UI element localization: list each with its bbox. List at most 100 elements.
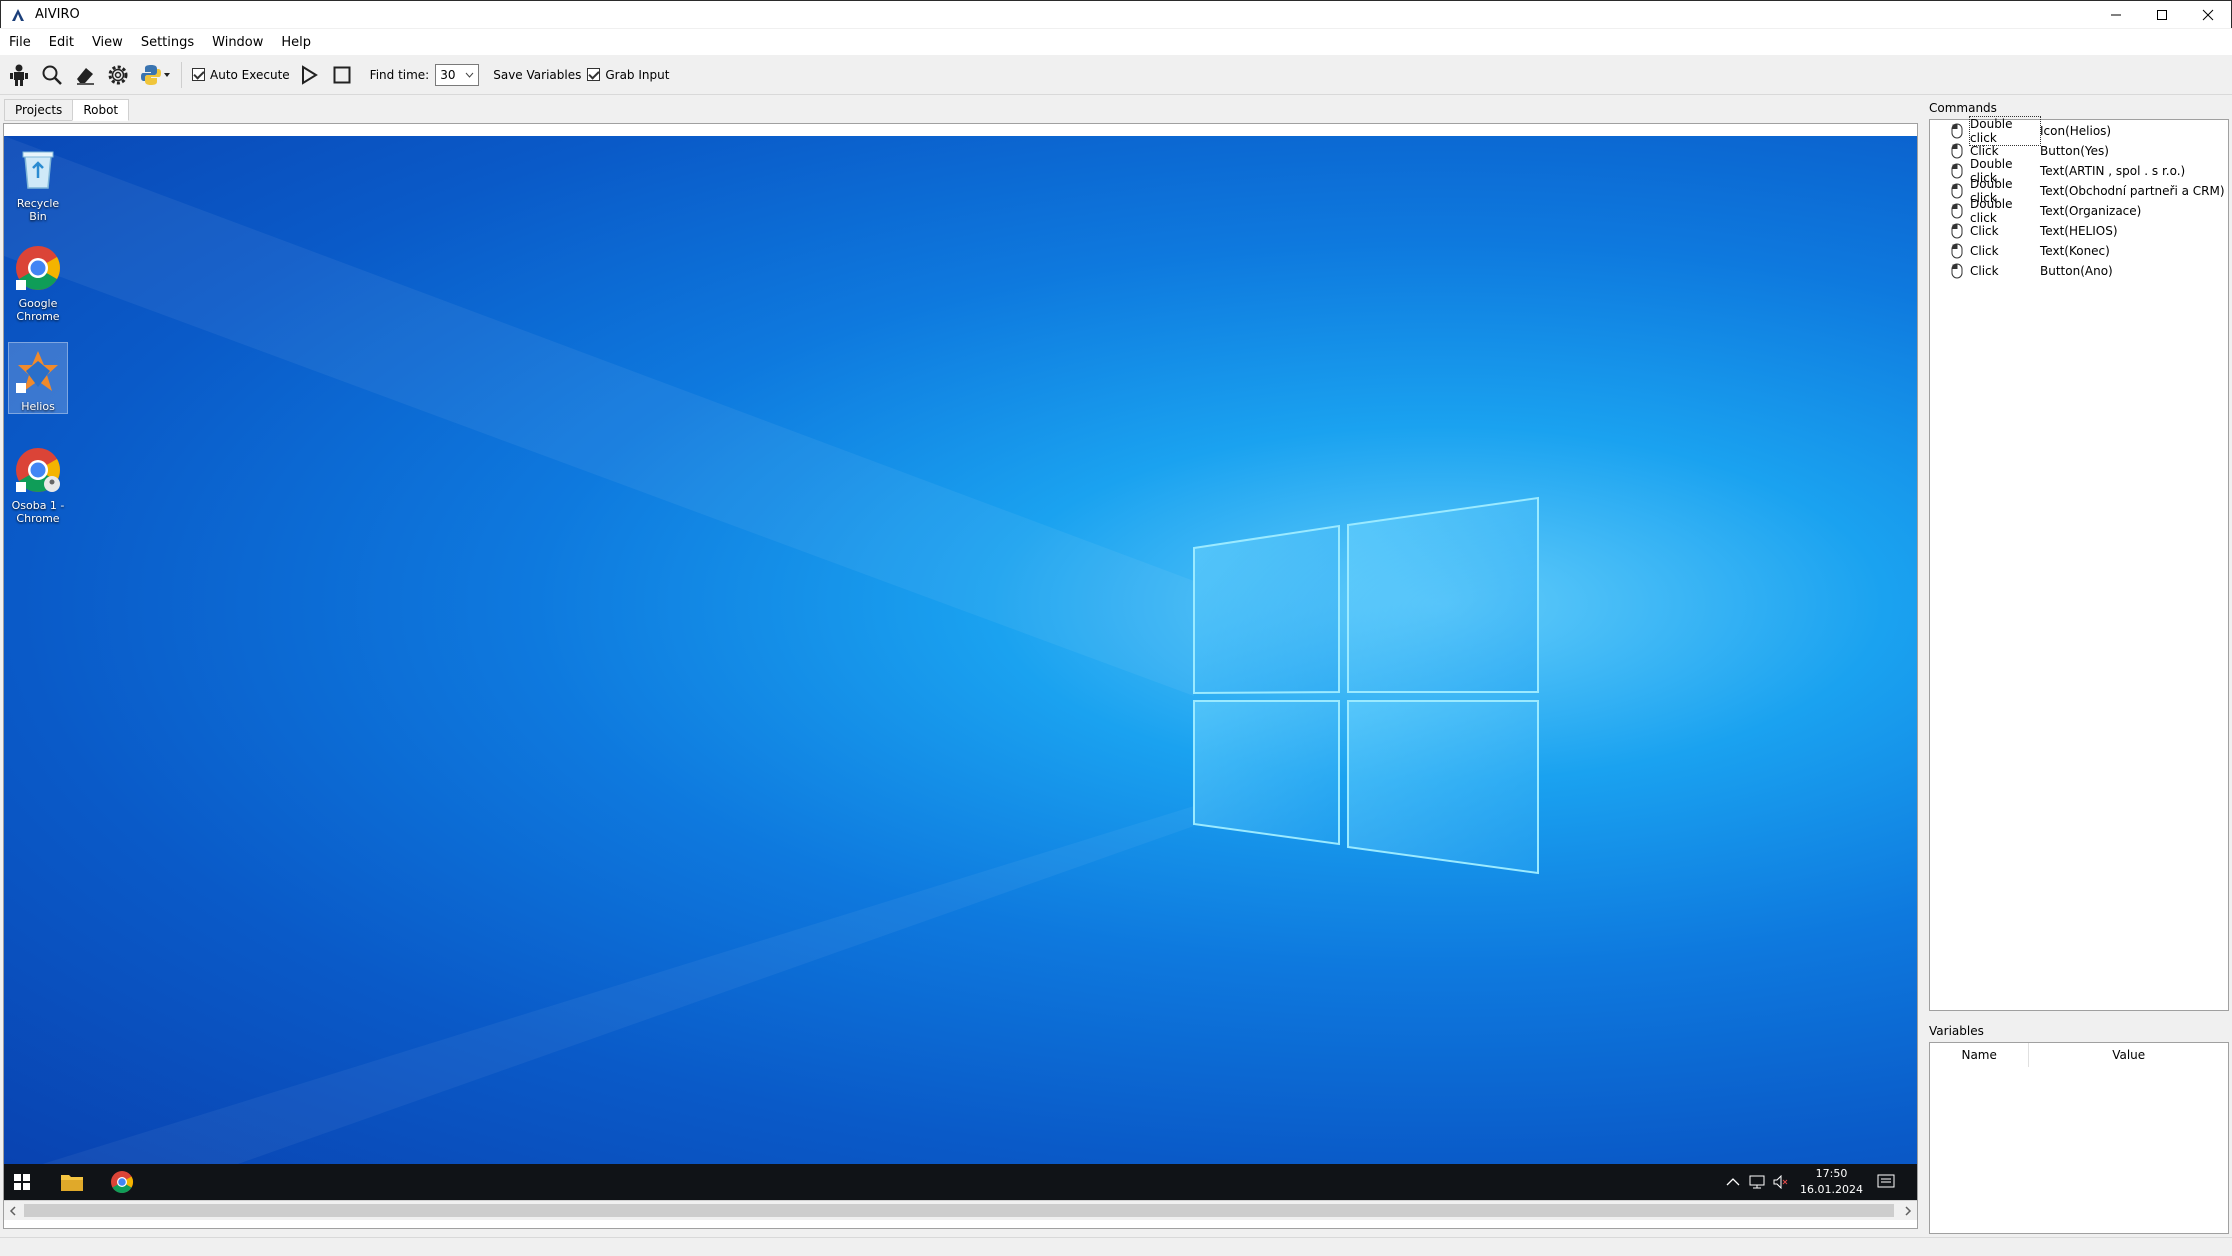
commands-list[interactable]: Double click Icon(Helios) Click Button(Y… bbox=[1929, 116, 2229, 1011]
folder-icon bbox=[61, 1175, 83, 1191]
desktop-icon-recycle-bin[interactable]: Recycle Bin bbox=[8, 140, 68, 223]
chevron-left-icon bbox=[9, 1206, 16, 1216]
close-icon bbox=[2202, 9, 2214, 21]
tab-strip: Projects Robot bbox=[4, 99, 130, 121]
command-target: Text(Konec) bbox=[2040, 244, 2110, 258]
desktop-icon-osoba-chrome[interactable]: Osoba 1 - Chrome bbox=[8, 442, 68, 525]
auto-execute-label: Auto Execute bbox=[210, 67, 290, 82]
clock-time: 17:50 bbox=[1815, 1167, 1848, 1180]
python-button[interactable] bbox=[137, 61, 173, 89]
save-variables-label[interactable]: Save Variables bbox=[493, 68, 581, 82]
robot-icon bbox=[10, 64, 28, 86]
menu-window[interactable]: Window bbox=[203, 35, 272, 50]
run-button[interactable] bbox=[295, 61, 323, 89]
command-row[interactable]: Double click Icon(Helios) bbox=[1950, 116, 2112, 146]
close-button[interactable] bbox=[2185, 1, 2231, 29]
network-icon bbox=[1749, 1175, 1765, 1189]
search-icon bbox=[42, 65, 62, 85]
desktop-icon-label: Recycle Bin bbox=[16, 197, 60, 223]
toolbar-separator bbox=[181, 61, 182, 88]
mouse-icon bbox=[1951, 123, 1963, 139]
taskbar-file-explorer[interactable] bbox=[56, 1168, 88, 1196]
recycle-bin-icon bbox=[22, 151, 54, 189]
helios-icon bbox=[16, 351, 58, 393]
mouse-icon bbox=[1951, 163, 1963, 179]
command-action: Click bbox=[1970, 264, 1999, 278]
command-row[interactable]: Double click Text(Organizace) bbox=[1950, 197, 2142, 225]
taskbar: 17:50 16.01.2024 bbox=[4, 1164, 1917, 1200]
find-button[interactable] bbox=[38, 61, 66, 89]
notification-icon bbox=[1877, 1174, 1895, 1188]
window-title: AIVIRO bbox=[35, 7, 80, 22]
command-target: Button(Yes) bbox=[2040, 144, 2109, 158]
menu-bar: File Edit View Settings Window Help bbox=[0, 29, 2232, 55]
command-row[interactable]: Click Text(HELIOS) bbox=[1950, 221, 2118, 241]
chevron-down-icon bbox=[465, 72, 474, 78]
scrollbar-thumb[interactable] bbox=[24, 1204, 1894, 1217]
start-button[interactable] bbox=[6, 1168, 38, 1196]
eraser-icon bbox=[77, 67, 94, 85]
column-header-name[interactable]: Name bbox=[1930, 1043, 2030, 1067]
menu-file[interactable]: File bbox=[0, 35, 40, 50]
menu-view[interactable]: View bbox=[83, 35, 132, 50]
record-button[interactable] bbox=[5, 61, 33, 89]
status-bar bbox=[0, 1237, 2232, 1256]
tray-network[interactable] bbox=[1746, 1168, 1768, 1196]
auto-execute-checkbox[interactable]: Auto Execute bbox=[192, 68, 290, 82]
gear-icon bbox=[108, 65, 128, 84]
scroll-left-button[interactable] bbox=[4, 1201, 22, 1221]
command-target: Text(Organizace) bbox=[2040, 204, 2142, 218]
desktop[interactable]: Recycle Bin Google Chrome Helios Osoba 1… bbox=[4, 136, 1917, 1176]
checkbox-box bbox=[587, 68, 601, 81]
menu-edit[interactable]: Edit bbox=[40, 35, 83, 50]
python-icon bbox=[141, 64, 161, 85]
grab-input-label: Grab Input bbox=[605, 67, 670, 82]
clock-date: 16.01.2024 bbox=[1800, 1183, 1863, 1196]
commands-label: Commands bbox=[1929, 101, 1997, 115]
menu-settings[interactable]: Settings bbox=[132, 35, 203, 50]
play-icon bbox=[301, 64, 318, 85]
command-row[interactable]: Click Button(Ano) bbox=[1950, 261, 2113, 281]
command-action: Click bbox=[1970, 224, 1999, 238]
tray-overflow-button[interactable] bbox=[1722, 1168, 1744, 1196]
mouse-icon bbox=[1951, 143, 1963, 159]
scroll-right-button[interactable] bbox=[1899, 1201, 1917, 1221]
tab-projects[interactable]: Projects bbox=[4, 99, 74, 121]
title-bar: AIVIRO bbox=[0, 0, 2232, 28]
find-time-value: 30 bbox=[440, 67, 456, 82]
minimize-button[interactable] bbox=[2093, 1, 2139, 29]
chevron-right-icon bbox=[1905, 1206, 1912, 1216]
chevron-up-icon bbox=[1726, 1178, 1740, 1186]
command-row[interactable]: Click Text(Konec) bbox=[1950, 241, 2110, 261]
horizontal-scrollbar[interactable] bbox=[4, 1200, 1917, 1220]
desktop-icon-label: Osoba 1 - Chrome bbox=[11, 499, 65, 525]
volume-muted-icon bbox=[1773, 1175, 1788, 1189]
stop-button[interactable] bbox=[328, 61, 356, 89]
action-center-button[interactable] bbox=[1870, 1168, 1902, 1196]
command-target: Text(Obchodní partneři a CRM) bbox=[2040, 184, 2225, 198]
mouse-icon bbox=[1951, 263, 1963, 279]
variables-table[interactable]: Name Value bbox=[1929, 1042, 2229, 1234]
chrome-icon bbox=[16, 246, 60, 290]
menu-help[interactable]: Help bbox=[272, 35, 320, 50]
command-target: Icon(Helios) bbox=[2040, 124, 2112, 138]
command-target: Text(ARTIN , spol . s r.o.) bbox=[2040, 164, 2186, 178]
tab-robot[interactable]: Robot bbox=[72, 99, 130, 121]
eraser-button[interactable] bbox=[71, 61, 99, 89]
column-header-value[interactable]: Value bbox=[2029, 1043, 2228, 1067]
desktop-icon-helios[interactable]: Helios bbox=[8, 342, 68, 414]
desktop-icon-google-chrome[interactable]: Google Chrome bbox=[8, 240, 68, 323]
windows-logo-wallpaper bbox=[4, 136, 1539, 1176]
robot-screen-viewport[interactable]: Recycle Bin Google Chrome Helios Osoba 1… bbox=[3, 123, 1918, 1229]
desktop-icon-label: Google Chrome bbox=[16, 297, 60, 323]
tray-volume[interactable] bbox=[1770, 1168, 1792, 1196]
find-time-select[interactable]: 30 bbox=[435, 63, 480, 86]
mouse-icon bbox=[1951, 243, 1963, 259]
settings-button[interactable] bbox=[104, 61, 132, 89]
grab-input-checkbox[interactable]: Grab Input bbox=[587, 68, 669, 82]
maximize-button[interactable] bbox=[2139, 1, 2185, 29]
aiviro-logo-icon bbox=[12, 8, 24, 21]
toolbar: Auto Execute Find time: 30 Save Variable… bbox=[0, 55, 2232, 95]
taskbar-chrome[interactable] bbox=[106, 1168, 138, 1196]
taskbar-clock[interactable]: 17:50 16.01.2024 bbox=[1800, 1166, 1863, 1198]
